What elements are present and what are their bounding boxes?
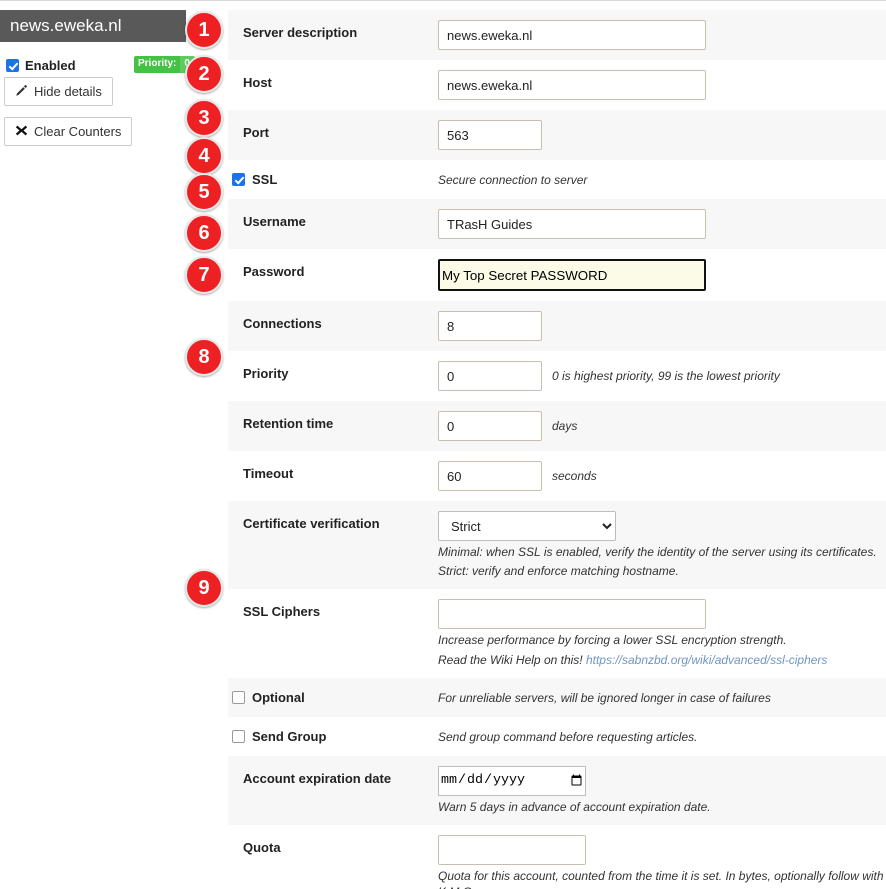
certificate-hint-line1: Minimal: when SSL is enabled, verify the… (438, 544, 886, 560)
timeout-input[interactable] (438, 461, 542, 491)
callout-5: 5 (185, 173, 223, 211)
certificate-verification-label: Certificate verification (228, 501, 438, 531)
username-label: Username (228, 199, 438, 229)
password-label: Password (228, 249, 438, 279)
priority-input[interactable] (438, 361, 542, 391)
optional-hint: For unreliable servers, will be ignored … (438, 678, 886, 705)
server-description-input[interactable] (438, 20, 706, 50)
optional-checkbox[interactable] (232, 691, 245, 704)
row-timeout: Timeout seconds (228, 451, 886, 501)
quota-label: Quota (228, 825, 438, 855)
optional-checkbox-group: Optional (228, 678, 438, 717)
username-input[interactable] (438, 209, 706, 239)
ssl-checkbox[interactable] (232, 173, 245, 186)
row-quota: Quota Quota for this account, counted fr… (228, 825, 886, 889)
send-group-checkbox[interactable] (232, 730, 245, 743)
ssl-ciphers-input[interactable] (438, 599, 706, 629)
row-ssl-ciphers: SSL Ciphers Increase performance by forc… (228, 589, 886, 677)
row-priority: Priority 0 is highest priority, 99 is th… (228, 351, 886, 401)
certificate-hint-line2: Strict: verify and enforce matching host… (438, 563, 886, 579)
server-title: news.eweka.nl (0, 10, 186, 42)
server-settings-page: news.eweka.nl Enabled Hide details Clear… (0, 0, 886, 889)
port-label: Port (228, 110, 438, 140)
priority-label: Priority (228, 351, 438, 381)
row-server-description: Server description (228, 10, 886, 60)
row-connections: Connections (228, 301, 886, 351)
row-retention: Retention time days (228, 401, 886, 451)
row-port: Port (228, 110, 886, 160)
enabled-label: Enabled (25, 58, 76, 73)
row-optional: Optional For unreliable servers, will be… (228, 678, 886, 717)
ssl-ciphers-hint-prefix: Read the Wiki Help on this! (438, 653, 586, 667)
connections-label: Connections (228, 301, 438, 331)
priority-badge-label: Priority: (134, 56, 180, 73)
clear-counters-label: Clear Counters (34, 124, 121, 139)
row-password: Password (228, 249, 886, 301)
ssl-hint: Secure connection to server (438, 160, 886, 187)
callout-8: 8 (185, 338, 223, 376)
quota-hint-line1: Quota for this account, counted from the… (438, 868, 886, 889)
ssl-ciphers-hint-line2: Read the Wiki Help on this! https://sabn… (438, 652, 886, 668)
callout-2: 2 (185, 55, 223, 93)
port-input[interactable] (438, 120, 542, 150)
ssl-ciphers-hint-line1: Increase performance by forcing a lower … (438, 632, 886, 648)
callout-7: 7 (185, 256, 223, 294)
row-account-expiration: Account expiration date Warn 5 days in a… (228, 756, 886, 825)
password-input[interactable] (438, 259, 706, 291)
callout-1: 1 (185, 11, 223, 49)
row-ssl: SSL Secure connection to server (228, 160, 886, 199)
callout-3: 3 (185, 99, 223, 137)
row-certificate-verification: Certificate verification Strict Minimal:… (228, 501, 886, 589)
callout-4: 4 (185, 137, 223, 175)
row-host: Host (228, 60, 886, 110)
hide-details-label: Hide details (34, 84, 102, 99)
clear-counters-button[interactable]: Clear Counters (4, 117, 132, 146)
row-username: Username (228, 199, 886, 249)
timeout-label: Timeout (228, 451, 438, 481)
host-input[interactable] (438, 70, 706, 100)
enabled-checkbox[interactable] (6, 59, 19, 72)
ssl-label: SSL (252, 172, 277, 187)
server-left-panel: news.eweka.nl Enabled Hide details Clear… (0, 10, 186, 74)
x-icon (15, 124, 28, 139)
host-label: Host (228, 60, 438, 90)
send-group-label: Send Group (252, 729, 326, 744)
ssl-checkbox-group: SSL (228, 160, 438, 199)
connections-input[interactable] (438, 311, 542, 341)
callout-9: 9 (185, 569, 223, 607)
server-form: Server description Host Port SSL Secure … (228, 10, 886, 889)
callout-6: 6 (185, 214, 223, 252)
hide-details-button[interactable]: Hide details (4, 77, 113, 106)
timeout-unit: seconds (552, 468, 597, 484)
server-description-label: Server description (228, 10, 438, 40)
account-expiration-hint: Warn 5 days in advance of account expira… (438, 799, 886, 815)
account-expiration-input[interactable] (438, 766, 586, 796)
priority-hint: 0 is highest priority, 99 is the lowest … (552, 368, 780, 384)
retention-input[interactable] (438, 411, 542, 441)
retention-label: Retention time (228, 401, 438, 431)
send-group-checkbox-group: Send Group (228, 717, 438, 756)
row-send-group: Send Group Send group command before req… (228, 717, 886, 756)
retention-unit: days (552, 418, 577, 434)
send-group-hint: Send group command before requesting art… (438, 717, 886, 744)
quota-input[interactable] (438, 835, 586, 865)
pencil-icon (15, 84, 28, 99)
certificate-verification-select[interactable]: Strict (438, 511, 616, 541)
optional-label: Optional (252, 690, 305, 705)
ssl-ciphers-label: SSL Ciphers (228, 589, 438, 619)
account-expiration-label: Account expiration date (228, 756, 438, 786)
ssl-ciphers-wiki-link[interactable]: https://sabnzbd.org/wiki/advanced/ssl-ci… (586, 653, 827, 667)
